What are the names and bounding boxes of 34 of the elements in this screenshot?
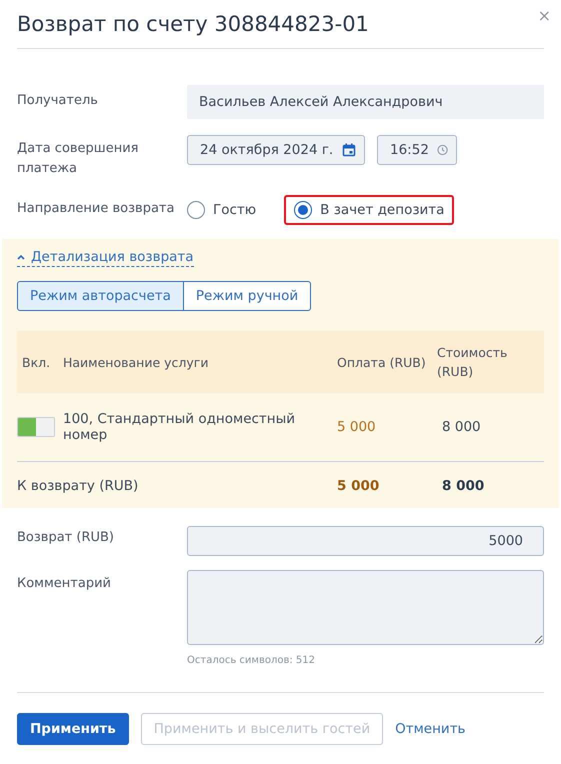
table-cell-text: 100, Стандартный одноместный номер <box>63 411 296 443</box>
mode-tab[interactable]: Режим авторасчета <box>17 281 184 311</box>
recipient-field: Васильев Алексей Александрович <box>187 85 544 119</box>
refund-label: Возврат (RUB) <box>17 529 115 547</box>
total-payment: 5 000 <box>337 478 380 494</box>
table-cell: 8 000 <box>442 419 481 435</box>
apply-button[interactable]: Применить <box>17 713 129 745</box>
cancel-link[interactable]: Отменить <box>395 714 466 744</box>
direction-label: Направление возврата <box>17 200 176 218</box>
comment-field[interactable] <box>187 570 544 645</box>
mode-tab[interactable]: Режим ручной <box>184 281 312 311</box>
calendar-icon <box>342 143 356 157</box>
column-header: Наименование услуги <box>63 331 337 393</box>
include-switch[interactable] <box>17 417 55 437</box>
total-label: К возврату (RUB) <box>17 478 138 494</box>
column-header: Стоимость (RUB) <box>437 331 544 393</box>
chars-left-hint: Осталось символов: 512 <box>187 655 316 666</box>
details-toggle[interactable]: Детализация возврата <box>17 249 194 267</box>
column-header: Оплата (RUB) <box>337 331 437 393</box>
column-header: Вкл. <box>17 331 63 393</box>
radio-option[interactable]: Гостю <box>177 195 266 225</box>
payment-date-label: Дата совершения платежа <box>17 140 140 178</box>
refund-field[interactable]: 5000 <box>187 526 544 556</box>
date-field[interactable]: 24 октября 2024 г. <box>187 135 365 165</box>
total-cost: 8 000 <box>442 478 484 494</box>
recipient-label: Получатель <box>17 92 99 110</box>
close-button[interactable]: × <box>538 6 551 25</box>
table-cell: 5 000 <box>337 419 376 435</box>
clock-icon <box>436 143 448 157</box>
time-field[interactable]: 16:52 <box>377 135 457 165</box>
radio-option[interactable]: В зачет депозита <box>284 195 454 225</box>
chevron-icon <box>17 254 25 260</box>
comment-label: Комментарий <box>17 575 112 593</box>
dialog-title: Возврат по счету 308844823-01 <box>17 12 370 36</box>
